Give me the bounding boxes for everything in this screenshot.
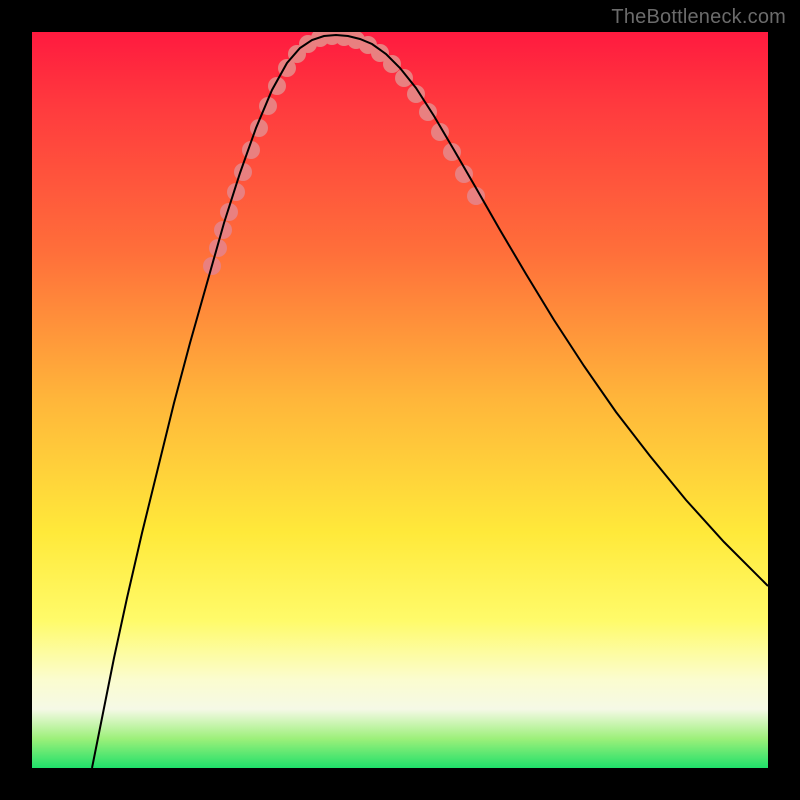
bottleneck-curve <box>92 35 768 768</box>
chart-svg <box>32 32 768 768</box>
watermark-text: TheBottleneck.com <box>611 6 786 29</box>
marker-group <box>203 32 485 275</box>
plot-area <box>32 32 768 768</box>
chart-frame: TheBottleneck.com <box>0 0 800 800</box>
highlight-dot <box>383 55 401 73</box>
